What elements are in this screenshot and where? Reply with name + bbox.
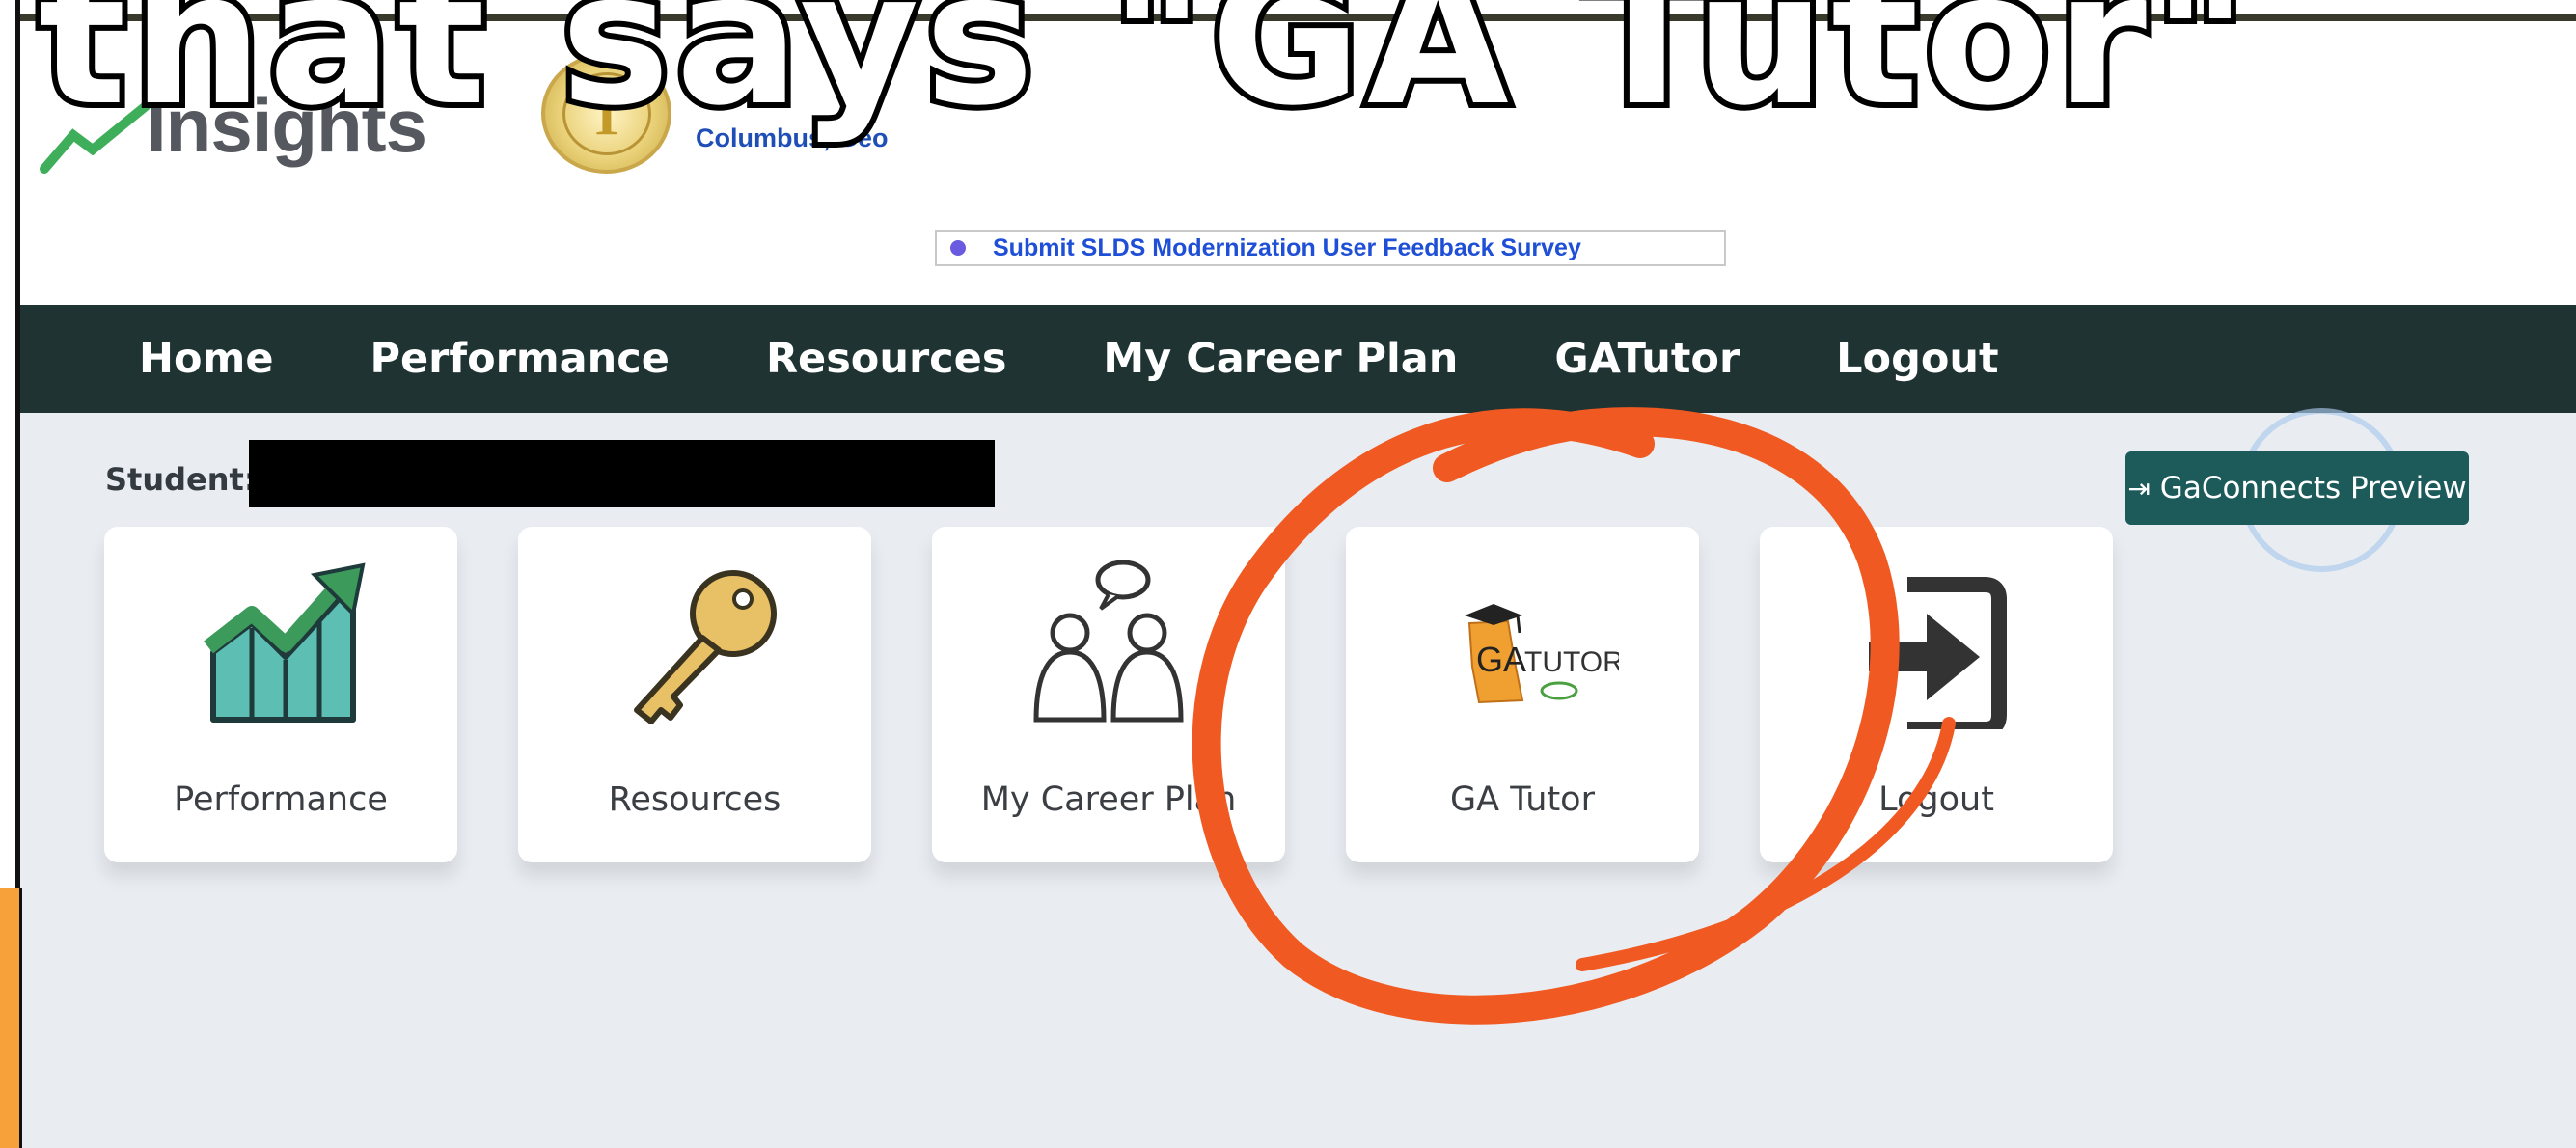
logout-arrow-icon (1760, 556, 2113, 729)
student-label: Student: (105, 461, 257, 498)
corner-decoration (0, 888, 22, 1148)
key-icon (518, 556, 871, 729)
tile-ga-tutor[interactable]: GA TUTOR GA Tutor (1346, 527, 1699, 862)
nav-resources[interactable]: Resources (766, 335, 1006, 383)
dashboard-main: Student: ⇥ GaConnects Preview Performanc… (20, 408, 2576, 1148)
nav-logout[interactable]: Logout (1836, 335, 1998, 383)
tile-label: Logout (1878, 780, 1994, 819)
app-window: Insights T Columbus, Geo Submit SLDS Mod… (15, 0, 2576, 1148)
chart-up-icon (104, 556, 457, 729)
tile-resources[interactable]: Resources (518, 527, 871, 862)
nav-performance[interactable]: Performance (370, 335, 670, 383)
student-name-redacted (249, 440, 995, 507)
tile-performance[interactable]: Performance (104, 527, 457, 862)
tile-label: My Career Plan (980, 780, 1237, 819)
svg-text:TUTOR: TUTOR (1524, 646, 1619, 678)
tile-my-career-plan[interactable]: My Career Plan (932, 527, 1285, 862)
survey-link[interactable]: Submit SLDS Modernization User Feedback … (993, 234, 1581, 262)
nav-my-career-plan[interactable]: My Career Plan (1103, 335, 1458, 383)
gaconnects-preview-button[interactable]: ⇥ GaConnects Preview (2125, 451, 2469, 525)
svg-text:GA: GA (1476, 640, 1526, 679)
nav-gatutor[interactable]: GATutor (1554, 335, 1740, 383)
tile-label: Performance (174, 780, 388, 819)
overlay-caption: that says "GA Tutor" (33, 0, 2255, 151)
survey-banner[interactable]: Submit SLDS Modernization User Feedback … (935, 230, 1726, 266)
bullet-icon (950, 240, 966, 256)
people-chat-icon (932, 556, 1285, 729)
tile-label: Resources (608, 780, 781, 819)
tile-label: GA Tutor (1450, 780, 1595, 819)
main-nav: Home Performance Resources My Career Pla… (20, 305, 2576, 413)
nav-home[interactable]: Home (139, 335, 274, 383)
ga-tutor-logo-icon: GA TUTOR (1346, 556, 1699, 729)
sign-in-icon: ⇥ (2127, 472, 2151, 505)
gaconnects-label: GaConnects Preview (2159, 471, 2467, 506)
tile-logout[interactable]: Logout (1760, 527, 2113, 862)
